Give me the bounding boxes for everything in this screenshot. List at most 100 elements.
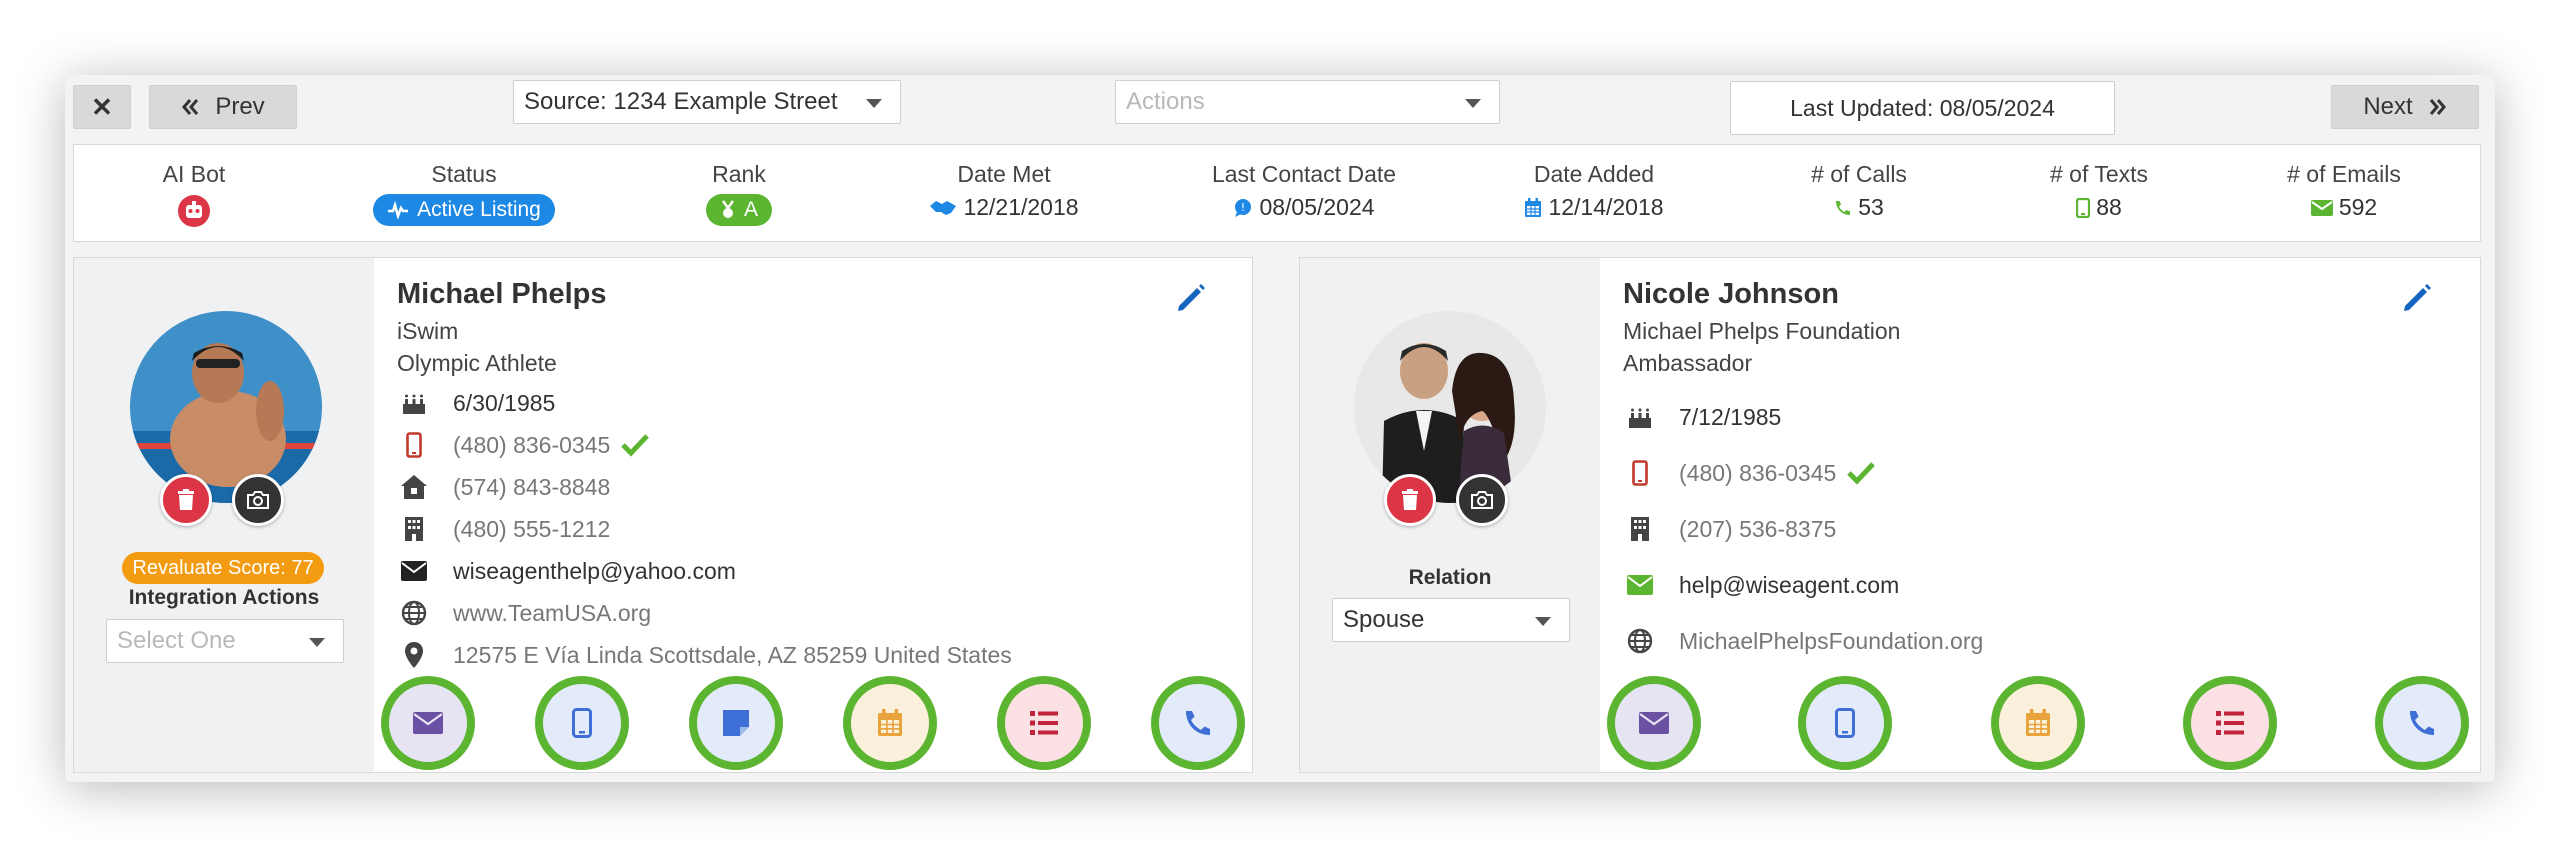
- stat-texts: # of Texts 88: [2049, 161, 2149, 220]
- double-chevron-left-icon: [182, 99, 199, 115]
- envelope-icon: [1627, 575, 1653, 595]
- avatar[interactable]: [1354, 311, 1546, 503]
- contact-name: Michael Phelps: [397, 278, 607, 310]
- source-select[interactable]: Source: 1234 Example Street: [513, 80, 901, 124]
- building-icon: [405, 517, 423, 541]
- contact-company: iSwim: [397, 318, 459, 344]
- birthday-row: 6/30/1985: [397, 388, 555, 418]
- edit-contact-button[interactable]: [2401, 282, 2433, 319]
- contact-name: Nicole Johnson: [1623, 278, 1839, 310]
- stat-emails: # of Emails 592: [2287, 161, 2401, 220]
- contact-company: Michael Phelps Foundation: [1623, 318, 1901, 344]
- birthday-cake-icon: [403, 394, 425, 414]
- mobile-icon: [2076, 197, 2091, 218]
- primary-contact-card: Revaluate Score: 77 Integration Actions …: [73, 257, 1253, 773]
- text-action-button[interactable]: [1798, 676, 1892, 770]
- mobile-icon: [1835, 708, 1855, 738]
- email-row[interactable]: wiseagenthelp@yahoo.com: [397, 556, 736, 586]
- trash-icon: [178, 489, 194, 510]
- primary-contact-sidebar: Revaluate Score: 77 Integration Actions …: [74, 258, 374, 772]
- email-row[interactable]: help@wiseagent.com: [1623, 570, 1899, 600]
- calendar-icon: [1525, 197, 1542, 217]
- stat-date-met: Date Met 12/21/2018: [909, 161, 1099, 221]
- handshake-icon: [930, 200, 957, 215]
- heartbeat-icon: [388, 201, 409, 219]
- close-icon: ✕: [91, 91, 113, 122]
- chevron-down-icon: [866, 99, 882, 108]
- email-action-button[interactable]: [381, 676, 475, 770]
- contact-title: Ambassador: [1623, 350, 1753, 376]
- mobile-icon: [1632, 460, 1648, 486]
- trash-icon: [1402, 489, 1418, 510]
- status-badge[interactable]: Active Listing: [373, 194, 555, 226]
- globe-icon: [1627, 628, 1653, 654]
- map-marker-icon: [405, 642, 423, 668]
- svg-text:!: !: [1241, 201, 1245, 214]
- call-action-button[interactable]: [1151, 676, 1245, 770]
- website-row[interactable]: MichaelPhelpsFoundation.org: [1623, 626, 1983, 656]
- medal-icon: [721, 200, 735, 218]
- contact-title: Olympic Athlete: [397, 350, 557, 376]
- calendar-icon: [2026, 709, 2050, 736]
- relation-select[interactable]: Spouse: [1332, 598, 1570, 642]
- phone-icon: [1836, 200, 1851, 215]
- text-action-button[interactable]: [535, 676, 629, 770]
- stat-calls: # of Calls 53: [1811, 161, 1907, 220]
- double-chevron-right-icon: [2429, 99, 2446, 115]
- chevron-down-icon: [1535, 617, 1551, 626]
- last-updated-label: Last Updated: 08/05/2024: [1730, 81, 2115, 135]
- chevron-down-icon: [1465, 99, 1481, 108]
- envelope-icon: [401, 561, 427, 581]
- next-button[interactable]: Next: [2331, 85, 2479, 129]
- home-phone-icon: [401, 475, 427, 499]
- pencil-icon: [2404, 284, 2431, 311]
- mobile-row[interactable]: (480) 836-0345: [1623, 458, 1876, 488]
- close-button[interactable]: ✕: [73, 85, 131, 129]
- birthday-row: 7/12/1985: [1623, 402, 1781, 432]
- stat-last-contact: Last Contact Date ! 08/05/2024: [1211, 161, 1397, 220]
- ai-bot-icon[interactable]: [124, 194, 264, 228]
- integration-actions-select[interactable]: Select One: [106, 619, 344, 663]
- related-contact-card: Relation Spouse Nicole Johnson Michael P…: [1299, 257, 2481, 773]
- office-phone-row[interactable]: (207) 536-8375: [1623, 514, 1836, 544]
- call-action-button[interactable]: [2375, 676, 2469, 770]
- prev-button[interactable]: Prev: [149, 85, 297, 129]
- upload-photo-button[interactable]: [232, 474, 284, 526]
- home-phone-row[interactable]: (574) 843-8848: [397, 472, 610, 502]
- envelope-icon: [413, 712, 443, 734]
- integration-actions-label: Integration Actions: [128, 586, 320, 609]
- delete-photo-button[interactable]: [160, 474, 212, 526]
- mobile-icon: [572, 708, 592, 738]
- office-phone-row[interactable]: (480) 555-1212: [397, 514, 610, 544]
- calendar-action-button[interactable]: [1991, 676, 2085, 770]
- contact-stats: AI Bot Status Active Listing Rank A Date…: [73, 144, 2481, 242]
- phone-icon: [2410, 711, 2434, 735]
- stat-date-added: Date Added 12/14/2018: [1494, 161, 1694, 221]
- related-contact-sidebar: Relation Spouse: [1300, 258, 1600, 772]
- chevron-down-icon: [309, 638, 325, 647]
- edit-contact-button[interactable]: [1175, 282, 1207, 319]
- verified-check-icon: [621, 434, 650, 457]
- stat-status: Status Active Listing: [364, 161, 564, 226]
- address-row[interactable]: 12575 E Vía Linda Scottsdale, AZ 85259 U…: [397, 640, 1012, 670]
- mobile-row[interactable]: (480) 836-0345: [397, 430, 650, 460]
- note-action-button[interactable]: [689, 676, 783, 770]
- phone-icon: [1186, 711, 1210, 735]
- verified-check-icon: [1847, 462, 1876, 485]
- delete-photo-button[interactable]: [1384, 474, 1436, 526]
- relation-label: Relation: [1408, 566, 1492, 589]
- website-row[interactable]: www.TeamUSA.org: [397, 598, 651, 628]
- rank-badge[interactable]: A: [705, 194, 772, 226]
- list-icon: [1030, 711, 1058, 735]
- upload-photo-button[interactable]: [1456, 474, 1508, 526]
- calendar-action-button[interactable]: [843, 676, 937, 770]
- camera-icon: [247, 491, 269, 509]
- tasks-action-button[interactable]: [2183, 676, 2277, 770]
- sticky-note-icon: [723, 710, 749, 736]
- email-action-button[interactable]: [1607, 676, 1701, 770]
- list-icon: [2216, 711, 2244, 735]
- actions-select[interactable]: Actions: [1115, 80, 1500, 124]
- revaluate-score-badge: Revaluate Score: 77: [122, 552, 324, 584]
- avatar[interactable]: [130, 311, 322, 503]
- tasks-action-button[interactable]: [997, 676, 1091, 770]
